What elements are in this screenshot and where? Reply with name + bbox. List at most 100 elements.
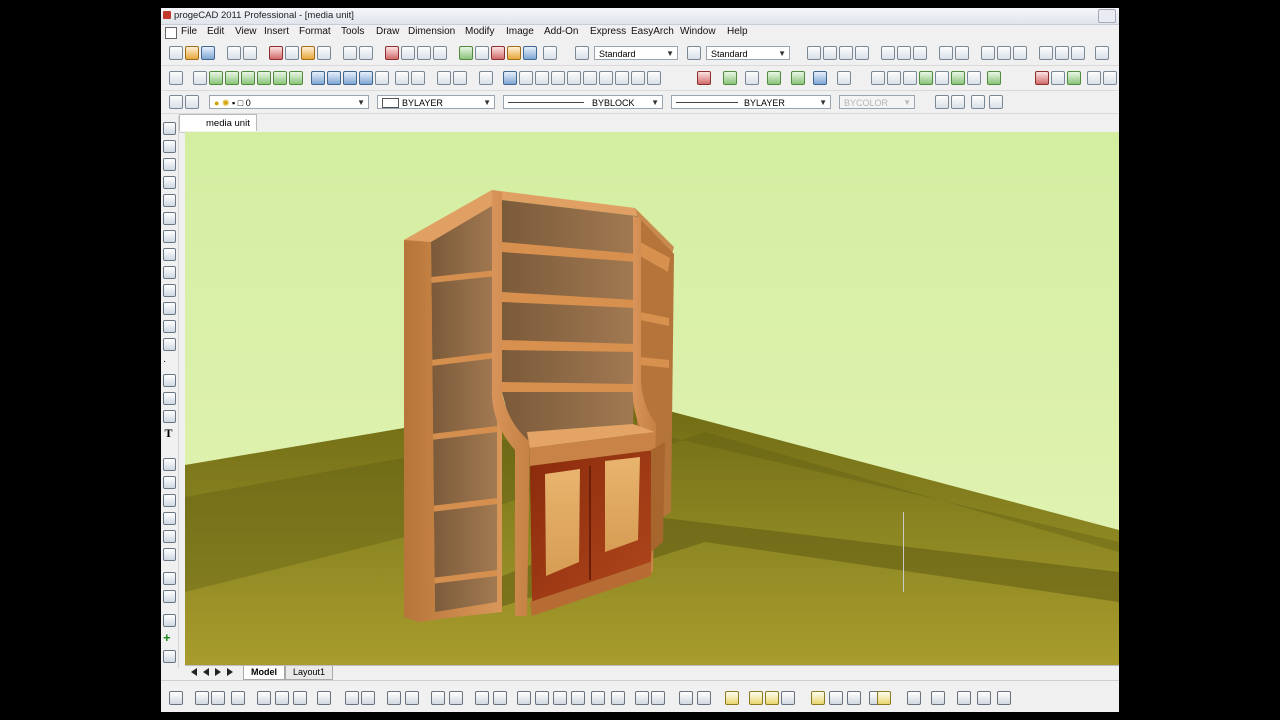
viewports-1-icon[interactable]	[395, 71, 409, 85]
make-current-layer-icon[interactable]	[185, 95, 199, 109]
match-properties-icon[interactable]	[317, 46, 331, 60]
dim-style-select[interactable]: Standard ▼	[706, 46, 790, 60]
tangent-snap-icon[interactable]	[847, 691, 861, 705]
view-camera-icon[interactable]	[359, 71, 373, 85]
print-icon[interactable]	[227, 46, 241, 60]
model-status-icon[interactable]	[535, 691, 549, 705]
markup-icon[interactable]	[523, 46, 537, 60]
arc-icon[interactable]	[163, 212, 176, 225]
ucs-face-icon[interactable]	[503, 71, 517, 85]
dimension-style-icon[interactable]	[1095, 46, 1109, 60]
leader-icon[interactable]	[981, 46, 995, 60]
first-tab-icon[interactable]	[191, 668, 197, 676]
view-ne-iso-icon[interactable]	[327, 71, 341, 85]
zoom-window-icon[interactable]	[417, 46, 431, 60]
layer-isolate-icon[interactable]	[989, 95, 1003, 109]
move-icon[interactable]	[163, 548, 176, 561]
menu-easyarch[interactable]: EasyArch	[631, 26, 674, 37]
center-mark-icon[interactable]	[1013, 46, 1027, 60]
cylinder-icon[interactable]	[903, 71, 917, 85]
otrack-status-icon[interactable]	[493, 691, 507, 705]
zoom-status-icon[interactable]	[571, 691, 585, 705]
torus-icon[interactable]	[951, 71, 965, 85]
redo-icon[interactable]	[359, 46, 373, 60]
layer-manager-icon[interactable]	[169, 95, 183, 109]
layer-select[interactable]: ● ✺ ▪ □ 0 ▼	[209, 95, 369, 109]
scissors-icon[interactable]	[977, 691, 991, 705]
radius-dimension-icon[interactable]	[881, 46, 895, 60]
print-preview-icon[interactable]	[243, 46, 257, 60]
menu-image[interactable]: Image	[506, 26, 534, 37]
angular-dimension-icon[interactable]	[913, 46, 927, 60]
lineweight-select[interactable]: BYLAYER ▼	[671, 95, 831, 109]
menu-add-on[interactable]: Add-On	[544, 26, 578, 37]
aligned-dimension-icon[interactable]	[823, 46, 837, 60]
dimension-edit-icon[interactable]	[1039, 46, 1053, 60]
view-orbit-icon[interactable]	[375, 71, 389, 85]
plan-view-icon[interactable]	[951, 95, 965, 109]
ucs-origin-icon[interactable]	[551, 71, 565, 85]
named-views-icon[interactable]	[169, 71, 183, 85]
section-icon[interactable]	[1103, 71, 1117, 85]
dimension-text-edit-icon[interactable]	[1055, 46, 1069, 60]
midpoint-snap-icon[interactable]	[697, 691, 711, 705]
text-style-select[interactable]: Standard ▼	[594, 46, 678, 60]
menu-view[interactable]: View	[235, 26, 257, 37]
open-icon[interactable]	[185, 46, 199, 60]
next-tab-icon[interactable]	[215, 668, 221, 676]
make-block-icon[interactable]	[163, 338, 176, 351]
design-center-status-icon[interactable]	[211, 691, 225, 705]
circle-icon[interactable]	[163, 230, 176, 243]
ucs-previous-icon[interactable]	[479, 71, 493, 85]
menu-edit[interactable]: Edit	[207, 26, 224, 37]
tab-model[interactable]: Model	[243, 666, 285, 680]
wedge-icon[interactable]	[935, 71, 949, 85]
layer-previous-icon[interactable]	[971, 95, 985, 109]
help-icon[interactable]	[543, 46, 557, 60]
ucs-view-icon[interactable]	[535, 71, 549, 85]
clear-snaps-icon[interactable]	[957, 691, 971, 705]
render-icon[interactable]	[697, 71, 711, 85]
table-icon[interactable]	[163, 410, 176, 423]
view-bottom-icon[interactable]	[209, 71, 223, 85]
ordinate-dimension-y-icon[interactable]	[855, 46, 869, 60]
render-landscape-icon[interactable]	[837, 71, 851, 85]
continue-dimension-icon[interactable]	[955, 46, 969, 60]
center-snap-icon[interactable]	[725, 691, 739, 705]
diameter-dimension-icon[interactable]	[897, 46, 911, 60]
ortho-view-icon[interactable]	[935, 95, 949, 109]
region-icon[interactable]	[163, 392, 176, 405]
view-nw-iso-icon[interactable]	[343, 71, 357, 85]
view-front-icon[interactable]	[257, 71, 271, 85]
menu-dimension[interactable]: Dimension	[408, 26, 455, 37]
color-select[interactable]: BYLAYER ▼	[377, 95, 495, 109]
rectangle-icon[interactable]	[163, 194, 176, 207]
endpoint-snap-icon[interactable]	[679, 691, 693, 705]
menu-file[interactable]: File	[181, 26, 197, 37]
copy-object-icon[interactable]	[163, 476, 176, 489]
folder-icon[interactable]	[257, 691, 271, 705]
save-icon[interactable]	[201, 46, 215, 60]
revision-cloud-icon[interactable]	[163, 248, 176, 261]
sheet-set-icon[interactable]	[507, 46, 521, 60]
ucs-3point-icon[interactable]	[583, 71, 597, 85]
scale-icon[interactable]	[163, 590, 176, 603]
ucs-z-icon[interactable]	[631, 71, 645, 85]
ucs-world-icon[interactable]	[453, 71, 467, 85]
insert-block-icon[interactable]	[163, 320, 176, 333]
add-icon[interactable]: +	[163, 631, 174, 644]
extrude-icon[interactable]	[967, 71, 981, 85]
ucs-icon[interactable]	[437, 71, 451, 85]
ucs-zaxis-icon[interactable]	[567, 71, 581, 85]
copy-icon[interactable]	[285, 46, 299, 60]
ucs-apply-icon[interactable]	[647, 71, 661, 85]
menu-insert[interactable]: Insert	[264, 26, 289, 37]
rotate-icon[interactable]	[163, 572, 176, 585]
explode-icon[interactable]	[163, 650, 176, 663]
ucs-y-icon[interactable]	[615, 71, 629, 85]
ellipse-icon[interactable]	[163, 284, 176, 297]
tolerance-icon[interactable]	[997, 46, 1011, 60]
intersection-snap-icon[interactable]	[781, 691, 795, 705]
text-icon[interactable]: T	[163, 427, 174, 439]
regen-status-icon[interactable]	[611, 691, 625, 705]
